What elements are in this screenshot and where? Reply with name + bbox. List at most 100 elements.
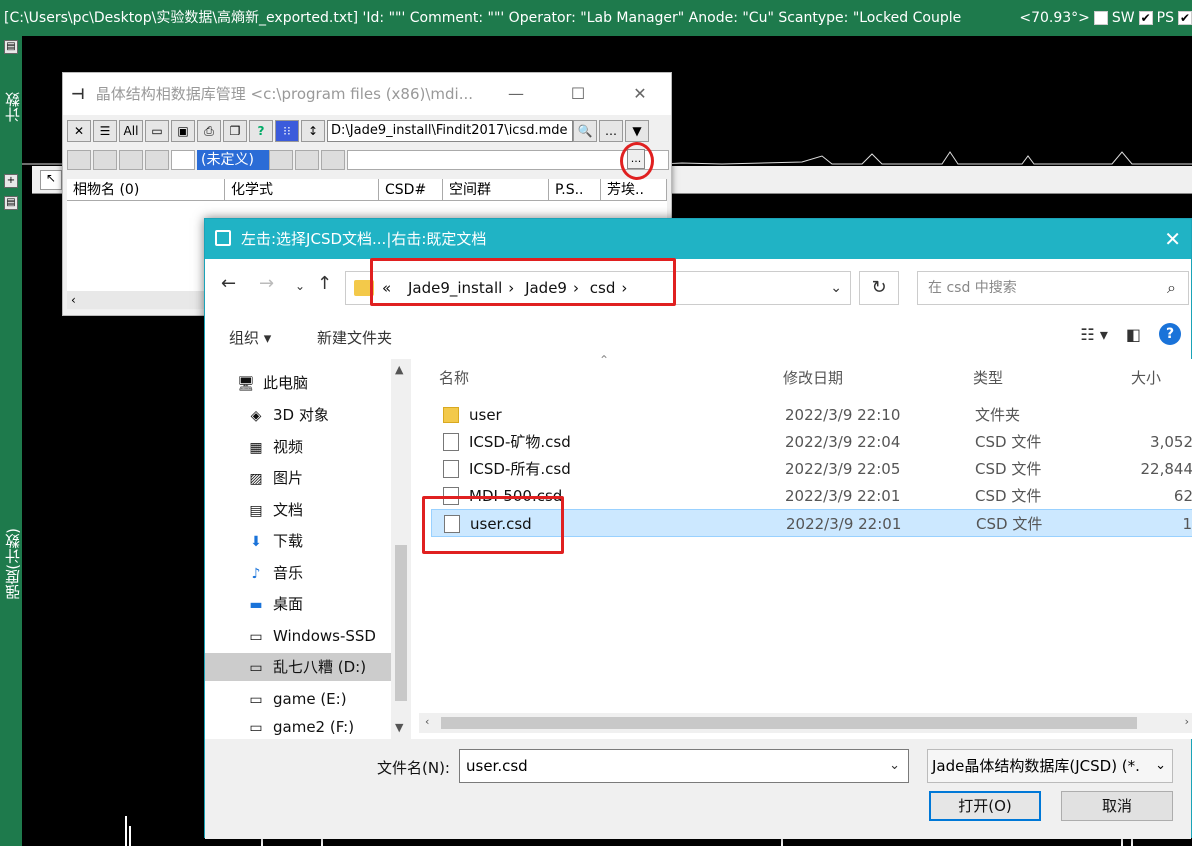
column-header[interactable]: 芳埃.. — [601, 179, 667, 200]
forward-arrow-icon[interactable]: → — [259, 273, 274, 294]
chevron-down-icon[interactable]: ⌄ — [889, 750, 900, 782]
cancel-button[interactable]: 取消 — [1061, 791, 1173, 821]
help-icon[interactable]: ? — [1159, 323, 1181, 345]
file-type-filter[interactable]: Jade晶体结构数据库(JCSD) (*. ⌄ — [927, 749, 1173, 783]
organize-button[interactable]: 组织 ▾ — [229, 327, 271, 348]
file-size: 22,844 — [1140, 460, 1192, 478]
nav-item-documents[interactable]: ▤ 文档 — [245, 496, 303, 524]
minimize-button[interactable]: — — [485, 73, 547, 115]
filter-icon[interactable] — [119, 150, 143, 170]
back-arrow-icon[interactable]: ← — [221, 273, 236, 294]
file-date: 2022/3/9 22:01 — [785, 487, 901, 505]
file-date: 2022/3/9 22:10 — [785, 406, 901, 424]
copy-icon[interactable]: ❐ — [223, 120, 247, 142]
search-input[interactable]: 在 csd 中搜索 ⌕ — [917, 271, 1189, 305]
nav-item-label: 视频 — [273, 438, 304, 456]
file-row[interactable]: ICSD-所有.csd 2022/3/9 22:05 CSD 文件 22,844 — [431, 455, 1192, 483]
plus-button[interactable]: + — [4, 174, 18, 188]
up-arrow-icon[interactable]: ↑ — [317, 273, 332, 294]
column-header[interactable]: P.S.. — [549, 179, 601, 200]
scroll-up-icon[interactable]: ▲ — [395, 363, 403, 376]
nav-item-label: 乱七八糟 (D:) — [273, 658, 367, 676]
search-icon[interactable]: 🔍 — [573, 120, 597, 142]
printer-icon[interactable]: ⎙ — [197, 120, 221, 142]
highlight-circle — [620, 142, 654, 180]
cursor-icon[interactable]: ↖ — [40, 170, 62, 190]
scroll-right-icon[interactable]: › — [1185, 715, 1189, 728]
nav-item-drive-f[interactable]: ▭ game2 (F:) — [245, 713, 354, 739]
nav-item-windows-ssd[interactable]: ▭ Windows-SSD — [245, 622, 376, 650]
scroll-left-icon[interactable]: ‹ — [425, 715, 429, 728]
nav-item-3d-objects[interactable]: ◈ 3D 对象 — [245, 401, 329, 429]
column-icon[interactable] — [321, 150, 345, 170]
column-header-name[interactable]: 名称 — [439, 367, 469, 388]
new-folder-button[interactable]: 新建文件夹 — [317, 327, 392, 348]
filter-icon[interactable] — [67, 150, 91, 170]
column-header[interactable]: CSD# — [379, 179, 443, 200]
column-header-type[interactable]: 类型 — [973, 367, 1003, 388]
nav-item-label: game (E:) — [273, 690, 347, 708]
nav-item-music[interactable]: ♪ 音乐 — [245, 559, 303, 587]
file-row[interactable]: ICSD-矿物.csd 2022/3/9 22:04 CSD 文件 3,052 — [431, 428, 1192, 456]
scroll-down-icon[interactable]: ▼ — [395, 721, 403, 734]
nav-item-label: 此电脑 — [263, 374, 309, 392]
filter-icon[interactable] — [93, 150, 117, 170]
column-icon[interactable] — [295, 150, 319, 170]
all-button[interactable]: All — [119, 120, 143, 142]
nav-item-drive-d[interactable]: ▭ 乱七八糟 (D:) — [205, 653, 391, 681]
sort-icon[interactable]: ↕ — [301, 120, 325, 142]
help-icon[interactable]: ? — [249, 120, 273, 142]
nav-item-downloads[interactable]: ⬇ 下载 — [245, 527, 303, 555]
strip-button[interactable]: ▤ — [4, 196, 18, 210]
nav-item-videos[interactable]: ▦ 视频 — [245, 433, 303, 461]
preview-pane-icon[interactable]: ◧ — [1126, 325, 1141, 344]
scrollbar-thumb[interactable] — [441, 717, 1137, 729]
view-options-icon[interactable]: ☷ ▾ — [1080, 325, 1107, 344]
refresh-icon[interactable]: ↻ — [859, 271, 899, 305]
column-header[interactable]: 空间群 — [443, 179, 549, 200]
navigation-pane: 🖥 此电脑 ◈ 3D 对象 ▦ 视频 ▨ 图片 ▤ 文档 ⬇ 下载 ♪ 音乐 ▬ 桌面 ▭ Win… — [205, 359, 411, 739]
file-type: 文件夹 — [975, 406, 1021, 424]
expand-icon[interactable]: ⁝⁝ — [275, 120, 299, 142]
file-list-scrollbar[interactable]: ‹ › — [419, 713, 1192, 733]
more-button[interactable]: … — [599, 120, 623, 142]
database-path-field[interactable]: D:\Jade9_install\Findit2017\icsd.mde — [327, 120, 573, 142]
close-button[interactable]: ✕ — [609, 73, 671, 115]
strip-button[interactable]: ▤ — [4, 40, 18, 54]
chevron-down-icon[interactable]: ⌄ — [830, 272, 842, 304]
close-icon[interactable]: ✕ — [67, 120, 91, 142]
file-row[interactable]: user 2022/3/9 22:10 文件夹 — [431, 401, 1192, 429]
open-button[interactable]: 打开(O) — [929, 791, 1041, 821]
y-axis-label-bottom: 强度(计数) — [4, 528, 22, 600]
icsd-filter-toolbar: (未定义) — [67, 149, 669, 171]
highlight-box-breadcrumb — [370, 258, 676, 306]
chevron-down-icon[interactable]: ⌄ — [295, 279, 305, 293]
checked-box-icon[interactable]: ✔ — [1178, 11, 1192, 25]
checkbox[interactable] — [171, 150, 195, 170]
undefined-selector[interactable]: (未定义) — [197, 150, 269, 170]
nav-item-drive-e[interactable]: ▭ game (E:) — [245, 685, 347, 713]
search-icon: ⌕ — [1167, 278, 1176, 297]
search-placeholder: 在 csd 中搜索 — [928, 280, 1017, 296]
column-header-date[interactable]: 修改日期 — [783, 367, 843, 388]
maximize-button[interactable]: ☐ — [547, 73, 609, 115]
list-icon[interactable]: ☰ — [93, 120, 117, 142]
unchecked-box-icon[interactable] — [1093, 11, 1108, 25]
column-header-size[interactable]: 大小 — [1131, 367, 1161, 388]
scrollbar-thumb[interactable] — [395, 545, 407, 701]
save-icon[interactable]: ▣ — [171, 120, 195, 142]
column-header[interactable]: 相物名 (0) — [67, 179, 225, 200]
tag-icon[interactable] — [269, 150, 293, 170]
filter-icon[interactable] — [145, 150, 169, 170]
close-icon[interactable]: ✕ — [1164, 219, 1181, 259]
filename-input[interactable]: user.csd ⌄ — [459, 749, 909, 783]
chevron-down-icon[interactable]: ▼ — [625, 120, 649, 142]
nav-pane-scrollbar[interactable]: ▲ ▼ — [391, 359, 411, 739]
nav-item-this-pc[interactable]: 🖥 此电脑 — [235, 369, 308, 397]
column-header[interactable]: 化学式 — [225, 179, 379, 200]
print-icon[interactable]: ▭ — [145, 120, 169, 142]
chevron-down-icon[interactable]: ⌄ — [1155, 750, 1166, 782]
nav-item-pictures[interactable]: ▨ 图片 — [245, 464, 303, 492]
checked-box-icon[interactable]: ✔ — [1138, 11, 1153, 25]
nav-item-desktop[interactable]: ▬ 桌面 — [245, 590, 303, 618]
